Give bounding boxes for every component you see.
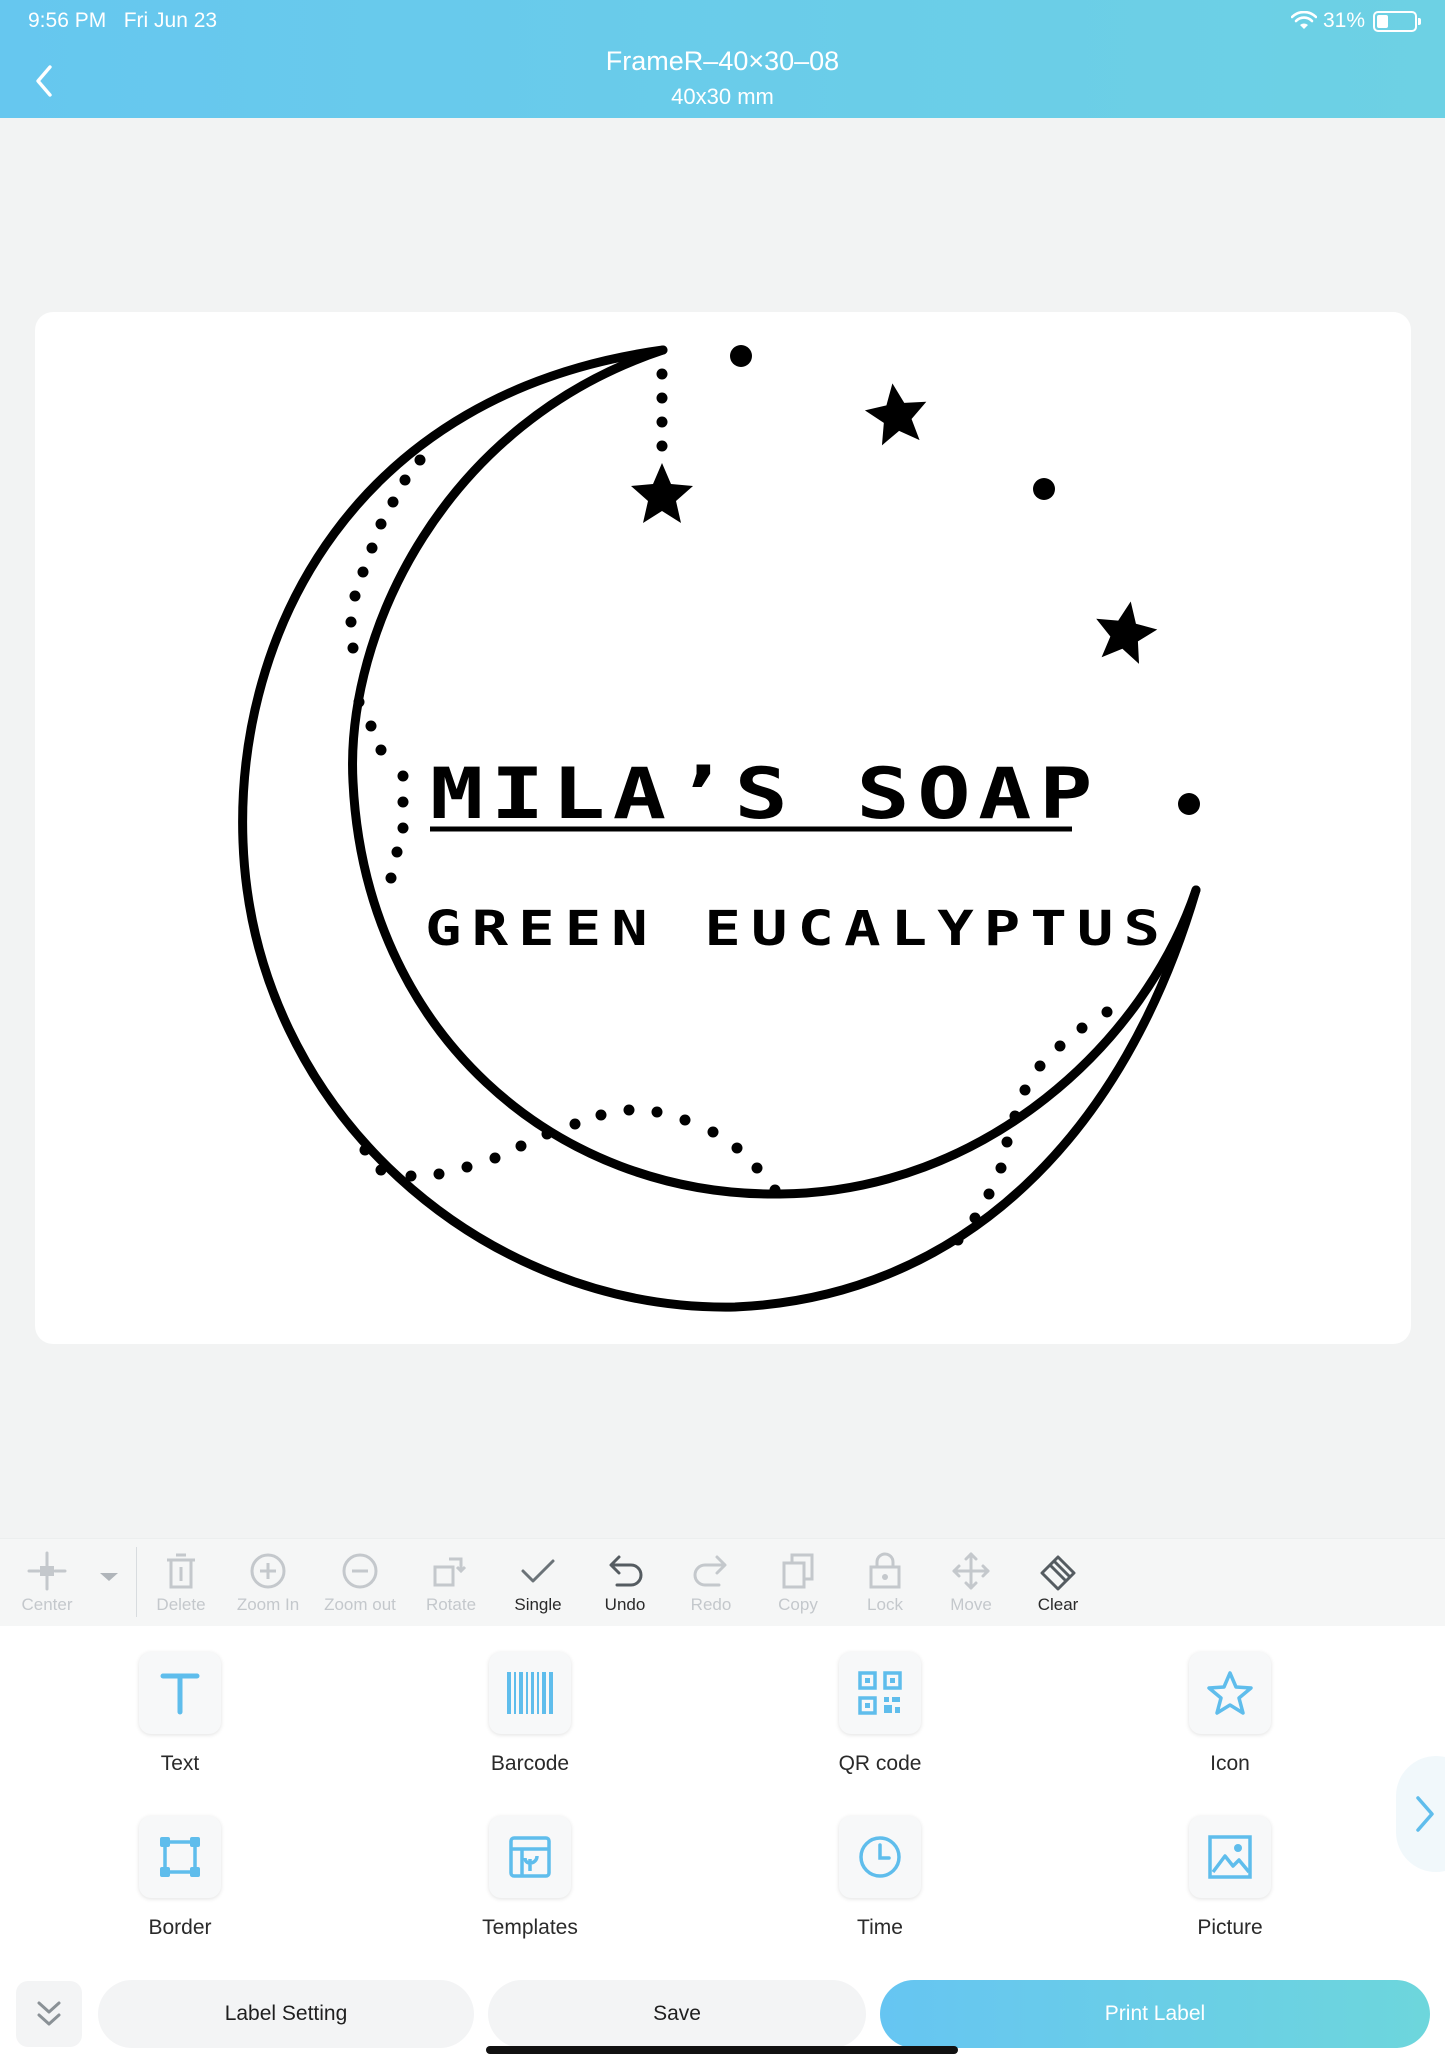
add-picture-button[interactable]: Picture bbox=[1150, 1816, 1310, 1956]
single-label: Single bbox=[514, 1595, 562, 1614]
templates-label: Templates bbox=[482, 1916, 578, 1939]
redo-button[interactable]: Redo bbox=[668, 1539, 754, 1627]
redo-icon bbox=[693, 1555, 727, 1587]
qr-code-label: QR code bbox=[838, 1752, 922, 1775]
check-icon bbox=[521, 1559, 555, 1583]
add-text-button[interactable]: Text bbox=[100, 1652, 260, 1792]
zoom-in-label: Zoom In bbox=[236, 1595, 300, 1614]
clear-button[interactable]: Clear bbox=[1015, 1539, 1101, 1627]
delete-button[interactable]: Delete bbox=[138, 1539, 224, 1627]
moon-artwork[interactable]: MILA’S SOAP GREEN EUCALYPTUS bbox=[35, 312, 1411, 1344]
page-subtitle: 40x30 mm bbox=[671, 84, 774, 109]
copy-label: Copy bbox=[778, 1595, 818, 1614]
move-icon bbox=[952, 1552, 990, 1590]
battery-percent: 31% bbox=[1322, 9, 1365, 32]
battery-level bbox=[1377, 14, 1388, 28]
undo-label: Undo bbox=[604, 1595, 646, 1614]
stars bbox=[631, 383, 1158, 664]
eraser-icon bbox=[1040, 1555, 1076, 1591]
page-title: FrameR–40×30–08 bbox=[605, 46, 840, 76]
star-mark bbox=[864, 383, 927, 446]
status-indicators: 31% bbox=[1290, 9, 1421, 33]
label-line1[interactable]: MILA’S SOAP bbox=[430, 753, 1100, 835]
lock-label: Lock bbox=[867, 1595, 903, 1614]
copy-button[interactable]: Copy bbox=[755, 1539, 841, 1627]
add-border-button[interactable]: Border bbox=[100, 1816, 260, 1956]
status-date: Fri Jun 23 bbox=[123, 9, 218, 32]
clear-label: Clear bbox=[1037, 1595, 1079, 1614]
home-indicator bbox=[486, 2046, 958, 2054]
trash-icon bbox=[167, 1553, 195, 1589]
time-label: Time bbox=[857, 1916, 903, 1939]
wifi-icon bbox=[1290, 11, 1317, 29]
toolbar-divider bbox=[136, 1547, 137, 1617]
next-page-button[interactable] bbox=[1396, 1756, 1445, 1872]
icon-label: Icon bbox=[1210, 1752, 1250, 1775]
lock-icon bbox=[869, 1552, 901, 1589]
barcode-icon bbox=[507, 1672, 553, 1714]
collapse-panel-button[interactable] bbox=[16, 1981, 82, 2047]
print-label-button[interactable]: Print Label bbox=[880, 1980, 1430, 2048]
clock-icon bbox=[859, 1836, 901, 1878]
center-button[interactable]: Center bbox=[4, 1539, 90, 1627]
center-dropdown[interactable] bbox=[84, 1539, 134, 1627]
status-clock: 9:56 PM bbox=[28, 9, 107, 32]
edit-toolbar: Center Delete Zoom In Zoom out Rotate Si… bbox=[0, 1538, 1445, 1626]
text-icon bbox=[160, 1673, 200, 1715]
undo-icon bbox=[609, 1555, 643, 1587]
zoom-out-button[interactable]: Zoom out bbox=[317, 1539, 403, 1627]
elements-panel: Text Barcode QR code Icon Border Templat… bbox=[0, 1626, 1445, 1972]
rotate-button[interactable]: Rotate bbox=[408, 1539, 494, 1627]
zoom-out-icon bbox=[342, 1553, 378, 1589]
barcode-label: Barcode bbox=[490, 1752, 570, 1775]
lock-button[interactable]: Lock bbox=[842, 1539, 928, 1627]
delete-label: Delete bbox=[156, 1595, 206, 1614]
status-time: 9:56 PM Fri Jun 23 bbox=[28, 9, 217, 33]
add-barcode-button[interactable]: Barcode bbox=[450, 1652, 610, 1792]
double-chevron-down-icon bbox=[37, 2001, 61, 2026]
move-button[interactable]: Move bbox=[928, 1539, 1014, 1627]
top-bar: 9:56 PM Fri Jun 23 31% FrameR–40×30–08 4… bbox=[0, 0, 1445, 118]
star-icon bbox=[1207, 1671, 1253, 1715]
redo-label: Redo bbox=[690, 1595, 732, 1614]
zoom-in-button[interactable]: Zoom In bbox=[225, 1539, 311, 1627]
center-label: Center bbox=[21, 1595, 73, 1614]
templates-icon bbox=[509, 1836, 551, 1878]
border-icon bbox=[160, 1837, 200, 1877]
add-time-button[interactable]: Time bbox=[800, 1816, 960, 1956]
undo-button[interactable]: Undo bbox=[582, 1539, 668, 1627]
add-qr-code-button[interactable]: QR code bbox=[800, 1652, 960, 1792]
single-button[interactable]: Single bbox=[495, 1539, 581, 1627]
rotate-label: Rotate bbox=[425, 1595, 477, 1614]
sky-dots bbox=[730, 345, 1200, 815]
add-templates-button[interactable]: Templates bbox=[450, 1816, 610, 1956]
star-mark bbox=[631, 463, 693, 523]
zoom-in-icon bbox=[250, 1553, 286, 1589]
add-icon-button[interactable]: Icon bbox=[1150, 1652, 1310, 1792]
move-label: Move bbox=[950, 1595, 992, 1614]
copy-icon bbox=[782, 1553, 814, 1589]
label-setting-button[interactable]: Label Setting bbox=[98, 1980, 474, 2048]
label-line2[interactable]: GREEN EUCALYPTUS bbox=[425, 901, 1170, 957]
align-center-icon bbox=[27, 1551, 67, 1591]
picture-label: Picture bbox=[1197, 1916, 1263, 1939]
picture-icon bbox=[1208, 1835, 1252, 1879]
text-label: Text bbox=[160, 1752, 200, 1775]
battery-icon bbox=[1373, 10, 1421, 32]
bottom-bar: Label Setting Save Print Label bbox=[0, 1972, 1445, 2069]
save-button[interactable]: Save bbox=[488, 1980, 866, 2048]
rotate-icon bbox=[433, 1557, 467, 1587]
border-label: Border bbox=[148, 1916, 212, 1939]
chevron-right-icon bbox=[1416, 1796, 1434, 1832]
caret-down-icon bbox=[100, 1573, 118, 1581]
qr-code-icon bbox=[858, 1671, 902, 1715]
zoom-out-label: Zoom out bbox=[324, 1595, 396, 1614]
star-mark bbox=[1096, 601, 1158, 664]
label-canvas[interactable]: MILA’S SOAP GREEN EUCALYPTUS bbox=[35, 312, 1411, 1344]
